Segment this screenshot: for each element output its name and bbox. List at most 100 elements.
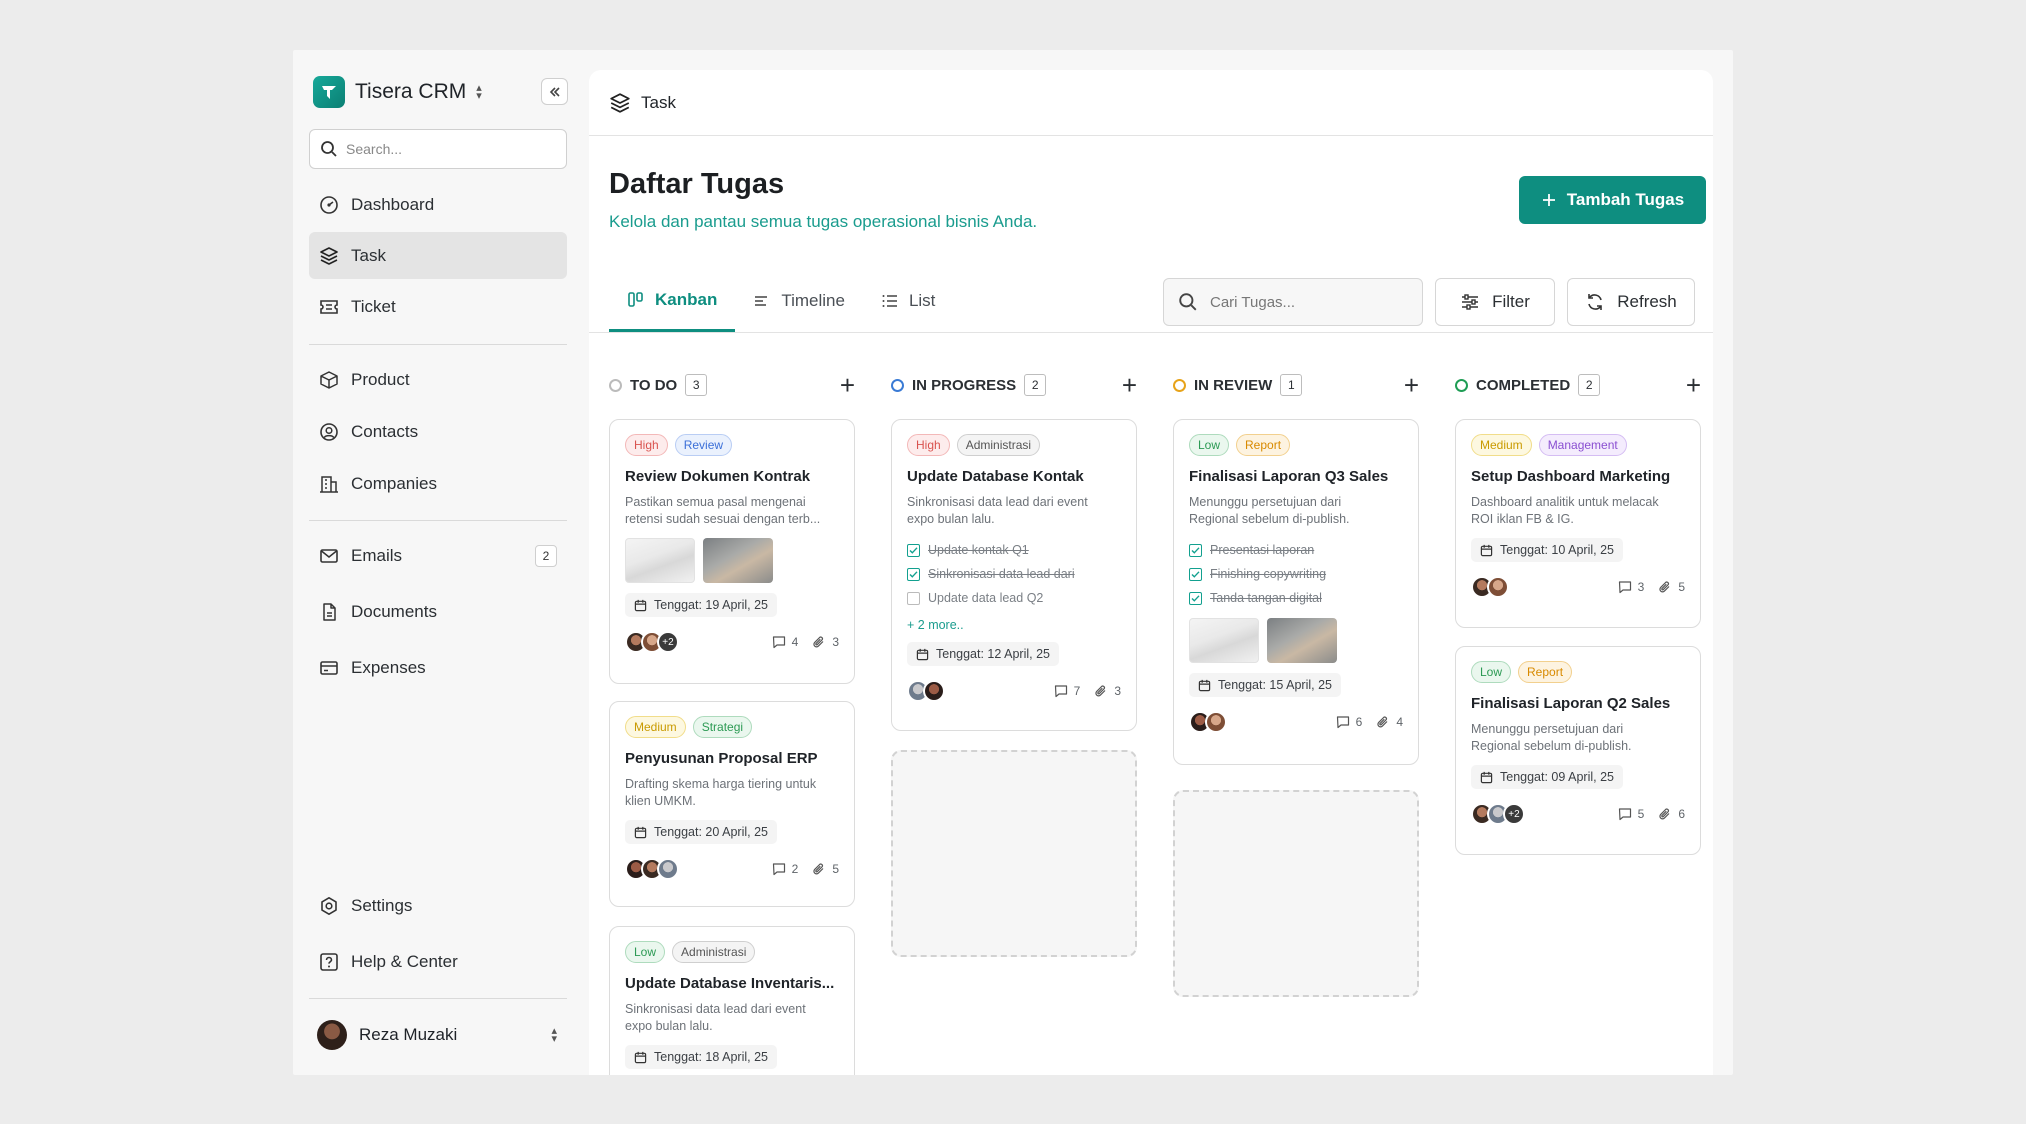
more-checklist-link[interactable]: + 2 more..: [907, 618, 1121, 632]
task-card[interactable]: Low Report Finalisasi Laporan Q2 Sales M…: [1455, 646, 1701, 855]
due-date: Tenggat: 10 April, 25: [1471, 538, 1623, 562]
refresh-button[interactable]: Refresh: [1567, 278, 1695, 326]
checkbox-checked-icon[interactable]: [1189, 543, 1202, 557]
checklist-item[interactable]: Finishing copywriting: [1189, 562, 1403, 586]
attachment-thumbnail[interactable]: [1267, 618, 1337, 663]
checklist-item[interactable]: Update data lead Q2: [907, 586, 1121, 610]
user-menu[interactable]: Reza Muzaki ▴ ▾: [309, 1017, 567, 1053]
sidebar-item-dashboard[interactable]: Dashboard: [309, 181, 567, 228]
workspace-switcher[interactable]: Tisera CRM ▴ ▾: [313, 76, 482, 108]
app-name: Tisera CRM: [355, 80, 467, 103]
calendar-icon: [1480, 771, 1493, 783]
page-subtitle: Kelola dan pantau semua tugas operasiona…: [609, 212, 1038, 231]
add-task-label: Tambah Tugas: [1566, 190, 1685, 209]
paperclip-icon: [1377, 716, 1388, 728]
task-card[interactable]: Low Report Finalisasi Laporan Q3 Sales M…: [1173, 419, 1419, 765]
drop-zone-placeholder[interactable]: [891, 750, 1137, 957]
sidebar-item-label: Documents: [351, 601, 437, 621]
add-card-button[interactable]: +: [1686, 372, 1701, 398]
tab-kanban[interactable]: Kanban: [609, 270, 736, 332]
sidebar-item-task[interactable]: Task: [309, 232, 567, 279]
sidebar-item-companies[interactable]: Companies: [309, 460, 567, 507]
add-card-button[interactable]: +: [1404, 372, 1419, 398]
add-card-button[interactable]: +: [840, 372, 855, 398]
calendar-icon: [634, 599, 647, 611]
add-card-button[interactable]: +: [1122, 372, 1137, 398]
category-tag: Strategi: [692, 716, 753, 738]
checklist-item[interactable]: Sinkronisasi data lead dari: [907, 562, 1121, 586]
status-dot-icon: [891, 378, 904, 392]
calendar-icon: [634, 1051, 647, 1063]
add-task-button[interactable]: Tambah Tugas: [1519, 176, 1706, 224]
sidebar-item-label: Settings: [351, 895, 413, 915]
sidebar-item-label: Ticket: [351, 296, 396, 316]
filter-button[interactable]: Filter: [1435, 278, 1555, 326]
contact-icon: [320, 422, 338, 441]
tab-list[interactable]: List: [863, 270, 953, 332]
attachment-thumbnail[interactable]: [625, 538, 695, 583]
card-title: Update Database Kontak: [907, 468, 1084, 485]
checklist: Update kontak Q1 Sinkronisasi data lead …: [907, 538, 1121, 610]
column-header-in-progress: IN PROGRESS 2 +: [891, 372, 1137, 398]
due-date: Tenggat: 19 April, 25: [625, 593, 777, 617]
checkbox-checked-icon[interactable]: [907, 543, 920, 557]
sidebar-item-contacts[interactable]: Contacts: [309, 408, 567, 455]
sidebar-item-product[interactable]: Product: [309, 356, 567, 403]
collapse-sidebar-button[interactable]: [541, 78, 568, 105]
comment-icon: [1336, 716, 1349, 729]
sidebar-search-input[interactable]: [346, 141, 546, 157]
comment-count-value: 7: [1073, 684, 1081, 698]
column-header-completed: COMPLETED 2 +: [1455, 372, 1701, 398]
task-card[interactable]: Medium Management Setup Dashboard Market…: [1455, 419, 1701, 628]
attachment-thumbnail[interactable]: [1189, 618, 1259, 663]
card-description: Regional sebelum di-publish.: [1189, 512, 1350, 526]
chevrons-left-icon: [549, 86, 560, 97]
due-date: Tenggat: 12 April, 25: [907, 642, 1059, 666]
sidebar-item-ticket[interactable]: Ticket: [309, 283, 567, 330]
checklist-label: Sinkronisasi data lead dari: [928, 567, 1075, 581]
credit-card-icon: [320, 660, 338, 675]
document-icon: [323, 602, 336, 621]
column-header-todo: TO DO 3 +: [609, 372, 855, 398]
checklist-item[interactable]: Update kontak Q1: [907, 538, 1121, 562]
comment-count-value: 4: [791, 635, 799, 649]
task-card[interactable]: High Administrasi Update Database Kontak…: [891, 419, 1137, 731]
main-panel: Task Daftar Tugas Kelola dan pantau semu…: [589, 70, 1713, 1075]
checklist-item[interactable]: Tanda tangan digital: [1189, 586, 1403, 610]
column-title: COMPLETED: [1476, 376, 1571, 394]
avatar: [657, 858, 679, 880]
task-search[interactable]: [1163, 278, 1423, 326]
due-date-label: Tenggat: 15 April, 25: [1218, 678, 1332, 692]
task-card[interactable]: Low Administrasi Update Database Inventa…: [609, 926, 855, 1075]
sidebar-item-help[interactable]: Help & Center: [309, 938, 567, 985]
emails-count-badge: 2: [535, 544, 557, 567]
category-tag: Management: [1538, 434, 1627, 456]
card-title: Penyusunan Proposal ERP: [625, 750, 818, 767]
card-title: Finalisasi Laporan Q2 Sales: [1471, 695, 1671, 712]
task-search-input[interactable]: [1210, 293, 1410, 311]
checkbox-icon[interactable]: [907, 591, 920, 605]
sliders-icon: [1462, 294, 1479, 310]
sidebar-search[interactable]: [309, 129, 567, 169]
filter-label: Filter: [1492, 292, 1530, 311]
checkbox-checked-icon[interactable]: [1189, 567, 1202, 581]
column-count: 2: [1024, 374, 1047, 396]
drop-zone-placeholder[interactable]: [1173, 790, 1419, 997]
tab-timeline[interactable]: Timeline: [735, 270, 863, 332]
attachment-count: 3: [812, 635, 839, 649]
sidebar-item-expenses[interactable]: Expenses: [309, 644, 567, 691]
checkbox-checked-icon[interactable]: [1189, 591, 1202, 605]
sidebar-item-emails[interactable]: Emails 2: [309, 532, 567, 579]
card-description: Drafting skema harga tiering untuk: [625, 777, 817, 791]
attachment-thumbnail[interactable]: [703, 538, 773, 583]
checkbox-checked-icon[interactable]: [907, 567, 920, 581]
priority-tag: Medium: [1471, 434, 1532, 456]
sidebar-item-documents[interactable]: Documents: [309, 588, 567, 635]
avatar: [1487, 576, 1509, 598]
sidebar-item-settings[interactable]: Settings: [309, 882, 567, 929]
task-card[interactable]: Medium Strategi Penyusunan Proposal ERP …: [609, 701, 855, 907]
checklist-item[interactable]: Presentasi laporan: [1189, 538, 1403, 562]
kanban-icon: [628, 291, 643, 307]
card-description: Sinkronisasi data lead dari event: [907, 495, 1088, 509]
task-card[interactable]: High Review Review Dokumen Kontrak Pasti…: [609, 419, 855, 684]
